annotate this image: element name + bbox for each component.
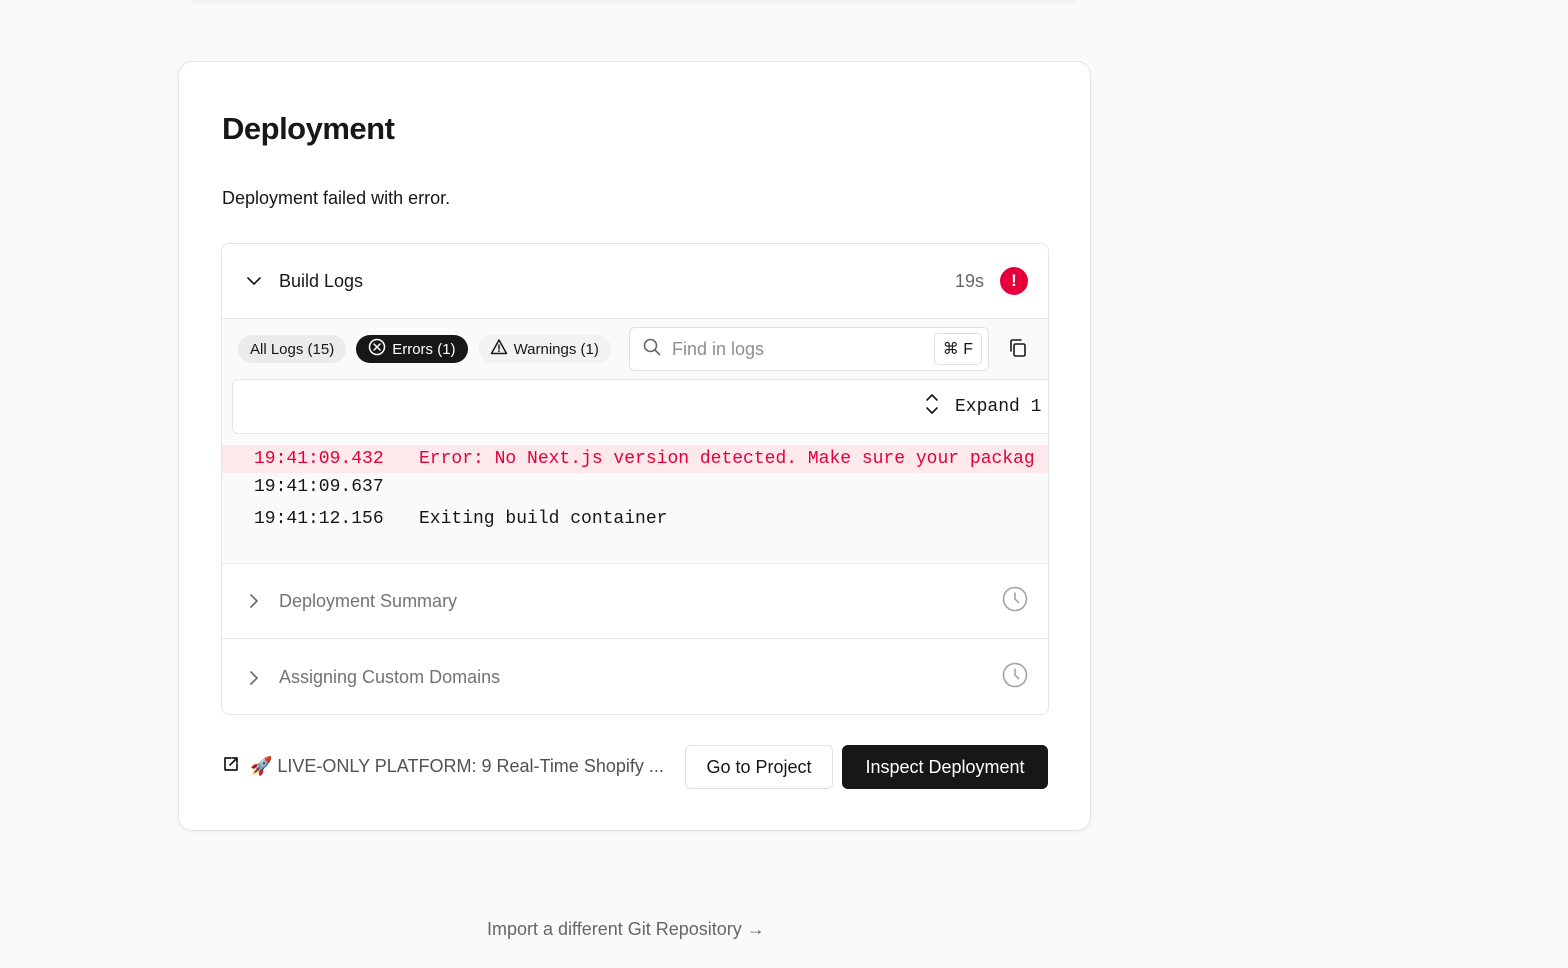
expand-label: Expand 1 bbox=[955, 397, 1042, 417]
build-logs-header[interactable]: Build Logs 19s ! bbox=[222, 244, 1048, 319]
log-timestamp: 19:41:09.637 bbox=[254, 477, 384, 497]
log-line: 19:41:09.432 Error: No Next.js version d… bbox=[222, 445, 1048, 473]
log-message: Error: No Next.js version detected. Make… bbox=[419, 449, 1035, 469]
warning-icon bbox=[490, 338, 508, 360]
inspect-deployment-button[interactable]: Inspect Deployment bbox=[842, 745, 1048, 789]
filter-all-logs[interactable]: All Logs (15) bbox=[238, 335, 347, 363]
copy-icon bbox=[1007, 337, 1029, 364]
repository-link-label: 🚀 LIVE-ONLY PLATFORM: 9 Real-Time Shopif… bbox=[250, 756, 664, 776]
deployment-summary-label: Deployment Summary bbox=[279, 590, 458, 611]
log-search-box: ⌘ F bbox=[629, 327, 989, 371]
build-logs-label: Build Logs bbox=[279, 270, 364, 291]
filter-errors[interactable]: Errors (1) bbox=[356, 335, 468, 363]
filter-warnings[interactable]: Warnings (1) bbox=[477, 335, 611, 363]
log-timestamp: 19:41:09.432 bbox=[254, 449, 384, 469]
clock-icon bbox=[1002, 586, 1028, 617]
error-circle-icon bbox=[368, 338, 386, 360]
page-title: Deployment bbox=[222, 111, 395, 146]
deployment-summary-header[interactable]: Deployment Summary bbox=[222, 564, 1048, 639]
log-line: 19:41:12.156 Exiting build container bbox=[222, 505, 1048, 533]
chevron-right-icon bbox=[244, 591, 264, 611]
log-search-input[interactable] bbox=[672, 338, 934, 360]
card-footer: 🚀 LIVE-ONLY PLATFORM: 9 Real-Time Shopif… bbox=[222, 745, 1050, 789]
filter-errors-label: Errors (1) bbox=[392, 340, 456, 358]
search-icon bbox=[642, 337, 662, 362]
chevron-down-icon bbox=[244, 271, 264, 291]
error-icon: ! bbox=[1000, 267, 1028, 295]
build-logs-content: All Logs (15) Errors (1) Warnings (1) Fi… bbox=[222, 319, 1048, 564]
log-timestamp: 19:41:12.156 bbox=[254, 509, 384, 529]
log-message: Exiting build container bbox=[419, 509, 668, 529]
filter-warnings-label: Warnings (1) bbox=[513, 340, 599, 358]
build-duration: 19s bbox=[954, 270, 984, 291]
expand-button[interactable]: Expand 1 bbox=[923, 392, 1041, 422]
expand-bar: Expand 1 bbox=[232, 379, 1048, 434]
chevron-right-icon bbox=[244, 668, 264, 688]
deployment-steps-panel: Build Logs 19s ! All Logs (15) Errors (1… bbox=[221, 243, 1049, 715]
filter-all-logs-label: All Logs (15) bbox=[250, 340, 335, 358]
external-link-icon bbox=[222, 755, 240, 778]
copy-logs-button[interactable] bbox=[1004, 336, 1032, 364]
import-different-repository-link[interactable]: Import a different Git Repository → bbox=[487, 919, 765, 940]
repository-link[interactable]: 🚀 LIVE-ONLY PLATFORM: 9 Real-Time Shopif… bbox=[222, 755, 664, 778]
assigning-custom-domains-header[interactable]: Assigning Custom Domains bbox=[222, 640, 1048, 714]
go-to-project-button[interactable]: Go to Project bbox=[685, 745, 833, 789]
search-shortcut-hint: ⌘ F bbox=[933, 333, 982, 365]
deployment-card: Deployment Deployment failed with error.… bbox=[178, 61, 1091, 831]
clock-icon bbox=[1002, 662, 1028, 693]
log-line: 19:41:09.637 bbox=[222, 473, 1048, 501]
assigning-custom-domains-label: Assigning Custom Domains bbox=[279, 667, 501, 687]
log-filters: All Logs (15) Errors (1) Warnings (1) bbox=[238, 327, 611, 371]
expand-collapse-icon bbox=[923, 391, 941, 423]
deployment-status-message: Deployment failed with error. bbox=[222, 188, 451, 208]
